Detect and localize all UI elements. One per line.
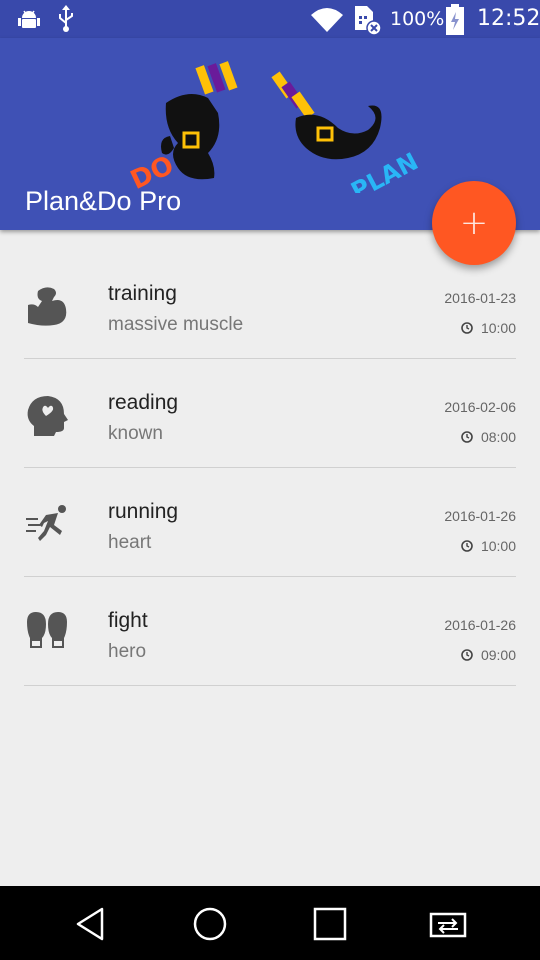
task-subtitle: heart [108, 532, 152, 553]
task-time-row: 10:00 [461, 320, 516, 336]
plan-do-logo: DO PLAN [128, 61, 418, 193]
clock-icon [461, 431, 473, 443]
recents-icon[interactable] [310, 904, 350, 944]
battery-charging-icon [446, 4, 464, 35]
task-subtitle: hero [108, 641, 147, 662]
no-sim-icon [355, 6, 382, 36]
back-icon[interactable] [72, 904, 112, 944]
clock-icon [461, 322, 473, 334]
task-title: reading [108, 391, 179, 414]
list-item[interactable]: running heart 2016-01-26 10:00 [0, 468, 540, 577]
task-time-row: 08:00 [461, 429, 516, 445]
runner-icon [26, 505, 66, 541]
task-time-row: 10:00 [461, 538, 516, 554]
task-time: 08:00 [480, 429, 516, 445]
task-title: running [108, 500, 179, 523]
task-time: 10:00 [480, 538, 516, 554]
list-item[interactable]: reading known 2016-02-06 08:00 [0, 359, 540, 468]
plan-boot [271, 71, 382, 160]
battery-percent: 100% [390, 8, 445, 30]
add-task-button[interactable]: + [432, 181, 516, 265]
task-title: training [108, 282, 177, 305]
home-icon[interactable] [190, 904, 230, 944]
wifi-icon [311, 8, 343, 32]
list-item[interactable]: fight hero 2016-01-26 09:00 [0, 577, 540, 686]
app-title: Plan&Do Pro [25, 186, 182, 216]
task-date: 2016-02-06 [444, 399, 516, 415]
divider [24, 685, 516, 686]
rotate-icon[interactable] [428, 904, 468, 944]
navigation-bar [0, 886, 540, 960]
task-subtitle: known [108, 423, 163, 444]
muscle-arm-icon [28, 287, 67, 326]
usb-icon [59, 5, 73, 32]
clock-icon [461, 649, 473, 661]
add-icon: + [459, 203, 489, 243]
task-date: 2016-01-23 [444, 290, 516, 306]
android-debug-icon [18, 10, 40, 28]
clock-icon [461, 540, 473, 552]
task-time: 09:00 [480, 647, 516, 663]
task-date: 2016-01-26 [444, 508, 516, 524]
do-boot [161, 61, 238, 180]
head-heart-icon [27, 396, 69, 436]
task-subtitle: massive muscle [108, 314, 244, 335]
status-clock: 12:52 [477, 6, 540, 31]
task-time-row: 09:00 [461, 647, 516, 663]
status-bar: 100% 12:52 [0, 0, 540, 38]
list-item[interactable]: training massive muscle 2016-01-23 10:00 [0, 250, 540, 359]
task-list: training massive muscle 2016-01-23 10:00… [0, 250, 540, 686]
task-title: fight [108, 609, 148, 632]
task-time: 10:00 [480, 320, 516, 336]
boxing-gloves-icon [27, 612, 67, 648]
task-date: 2016-01-26 [444, 617, 516, 633]
